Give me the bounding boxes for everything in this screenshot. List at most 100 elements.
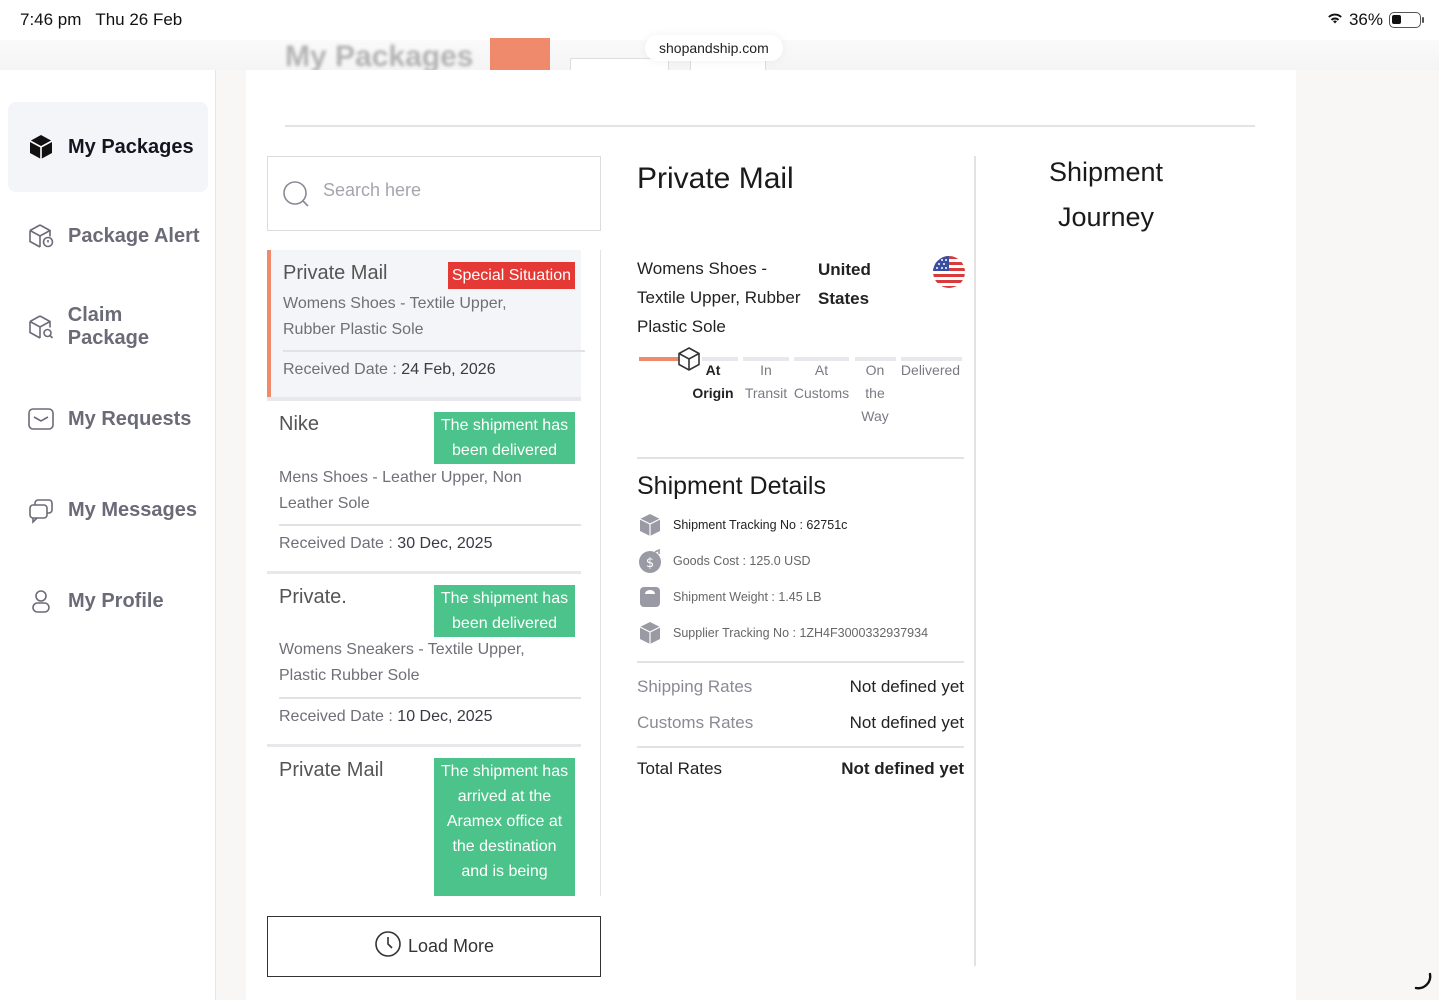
sidebar-item-label: My Packages bbox=[68, 135, 194, 158]
battery-percent: 36% bbox=[1348, 10, 1383, 29]
package-list: Private Mail Special Situation Womens Sh… bbox=[267, 250, 601, 896]
shipment-detail-text: Goods Cost : 125.0 USD bbox=[673, 554, 811, 568]
received-date-value: 30 Dec, 2025 bbox=[397, 535, 493, 552]
profile-icon bbox=[26, 586, 56, 616]
package-card[interactable]: Private. The shipment has been delivered… bbox=[267, 574, 581, 744]
sidebar-item-claim-package[interactable]: Claim Package bbox=[8, 282, 208, 372]
sidebar-item-label: My Profile bbox=[68, 589, 164, 612]
status-bar: 7:46 pm Thu 26 Feb 36% bbox=[0, 0, 1439, 40]
url-bar[interactable]: shopandship.com bbox=[645, 35, 783, 61]
card-divider bbox=[283, 350, 585, 352]
messages-icon bbox=[26, 495, 56, 525]
sidebar-item-my-requests[interactable]: My Requests bbox=[8, 374, 208, 464]
package-card[interactable]: Private Mail The shipment has arrived at… bbox=[267, 747, 581, 896]
claim-package-icon bbox=[26, 312, 56, 342]
shipment-detail-row: Shipment Weight : 1.45 LB bbox=[637, 584, 821, 610]
clock-icon bbox=[374, 930, 402, 963]
shipment-details-title: Shipment Details bbox=[637, 472, 826, 500]
sidebar-item-my-messages[interactable]: My Messages bbox=[8, 465, 208, 555]
search-placeholder: Search here bbox=[323, 180, 422, 200]
package-title: Private Mail bbox=[283, 262, 388, 284]
shipment-detail-row: Shipment Tracking No : 62751c bbox=[637, 512, 847, 538]
status-badge: The shipment has been delivered bbox=[434, 585, 575, 637]
journey-divider bbox=[974, 156, 976, 966]
status-badge: The shipment has been delivered bbox=[434, 412, 575, 464]
svg-text:$: $ bbox=[646, 556, 654, 571]
package-card[interactable]: Private Mail Special Situation Womens Sh… bbox=[267, 250, 585, 397]
battery-level bbox=[1392, 15, 1402, 24]
progress-step-label: At Origin bbox=[692, 362, 734, 401]
package-description: Mens Shoes - Leather Upper, Non Leather … bbox=[279, 469, 522, 512]
received-date: Received Date : 30 Dec, 2025 bbox=[279, 535, 492, 553]
total-rates-value: Not defined yet bbox=[841, 759, 964, 778]
sidebar-item-label: My Requests bbox=[68, 407, 192, 430]
search-input[interactable]: Search here bbox=[267, 156, 601, 231]
package-description: Womens Sneakers - Textile Upper, Plastic… bbox=[279, 641, 525, 684]
sidebar-item-label: Claim Package bbox=[67, 304, 149, 349]
received-date: Received Date : 10 Dec, 2025 bbox=[279, 708, 492, 726]
shipment-journey-title: Shipment Journey bbox=[1048, 157, 1164, 232]
shipment-detail-row: Supplier Tracking No : 1ZH4F300033293793… bbox=[637, 620, 928, 646]
package-description: Womens Shoes - Textile Upper, Rubber Pla… bbox=[283, 295, 507, 338]
load-more-button[interactable]: Load More bbox=[267, 916, 601, 977]
background-gap bbox=[216, 70, 246, 1000]
page-title: My Packages bbox=[285, 40, 474, 73]
clock-date: Thu 26 Feb bbox=[95, 10, 183, 29]
customs-rates-value: Not defined yet bbox=[849, 713, 964, 732]
status-badge: The shipment has arrived at the Aramex o… bbox=[434, 758, 575, 896]
sidebar-item-my-profile[interactable]: My Profile bbox=[8, 556, 208, 646]
shipping-rates-label: Shipping Rates bbox=[637, 677, 753, 696]
package-alert-icon bbox=[26, 221, 56, 251]
package-icon bbox=[26, 132, 56, 162]
sidebar: My Packages Package Alert Claim Package … bbox=[0, 70, 216, 1000]
sidebar-item-package-alert[interactable]: Package Alert bbox=[8, 191, 208, 281]
status-badge: Special Situation bbox=[447, 262, 575, 289]
loading-spinner-icon bbox=[1412, 970, 1434, 997]
requests-icon bbox=[26, 404, 56, 434]
received-date-label: Received Date : bbox=[279, 535, 393, 552]
sidebar-item-my-packages[interactable]: My Packages bbox=[8, 102, 208, 192]
progress-step-label: On the Way bbox=[861, 362, 889, 424]
section-divider bbox=[637, 746, 964, 748]
background-right bbox=[1296, 70, 1439, 1000]
dollar-icon: $ bbox=[637, 548, 663, 574]
progress-step-label: Delivered bbox=[900, 362, 961, 378]
progress-segment bbox=[639, 357, 679, 361]
package-title: Private Mail bbox=[279, 759, 384, 781]
section-divider bbox=[637, 457, 964, 459]
search-icon bbox=[282, 180, 312, 215]
received-date-value: 24 Feb, 2026 bbox=[401, 361, 496, 378]
sidebar-item-label: My Messages bbox=[68, 498, 197, 521]
shipment-detail-row: $ Goods Cost : 125.0 USD bbox=[637, 548, 811, 574]
progress-step-label: At Customs bbox=[793, 362, 850, 401]
load-more-label: Load More bbox=[407, 936, 495, 956]
header-divider bbox=[285, 125, 1255, 127]
card-divider bbox=[279, 697, 581, 699]
progress-step-label: In Transit bbox=[744, 362, 788, 401]
shipment-detail-text: Shipment Weight : 1.45 LB bbox=[673, 590, 822, 604]
received-date: Received Date : 24 Feb, 2026 bbox=[283, 361, 496, 379]
box-icon bbox=[637, 512, 663, 538]
detail-title: Private Mail bbox=[637, 162, 794, 195]
shipment-detail-text: Shipment Tracking No : 62751c bbox=[673, 518, 848, 532]
us-flag-icon bbox=[933, 256, 965, 288]
clock-time: 7:46 pm bbox=[20, 10, 82, 29]
received-date-label: Received Date : bbox=[283, 361, 397, 378]
customs-rates-label: Customs Rates bbox=[637, 713, 754, 732]
wifi-icon bbox=[1327, 10, 1343, 30]
package-card[interactable]: Nike The shipment has been delivered Men… bbox=[267, 401, 581, 573]
detail-description: Womens Shoes - Textile Upper, Rubber Pla… bbox=[637, 259, 801, 336]
battery-icon bbox=[1389, 12, 1424, 28]
received-date-label: Received Date : bbox=[279, 708, 393, 725]
package-title: Private. bbox=[279, 586, 347, 608]
box-icon bbox=[637, 620, 663, 646]
total-rates-label: Total Rates bbox=[637, 759, 723, 778]
sidebar-item-label: Package Alert bbox=[68, 224, 200, 247]
card-divider bbox=[279, 524, 581, 526]
package-title: Nike bbox=[279, 413, 320, 435]
shipment-detail-text: Supplier Tracking No : 1ZH4F300033293793… bbox=[673, 626, 929, 640]
received-date-value: 10 Dec, 2025 bbox=[397, 708, 493, 725]
status-time: 7:46 pm Thu 26 Feb bbox=[20, 10, 182, 30]
shipping-rates-value: Not defined yet bbox=[849, 677, 964, 696]
scale-icon bbox=[637, 584, 663, 610]
